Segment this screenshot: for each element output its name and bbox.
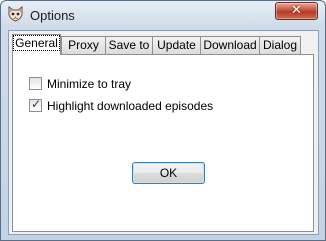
close-icon: ✕ — [291, 3, 302, 18]
cat-face-icon[interactable] — [7, 6, 24, 23]
checkmark-icon: ✓ — [31, 97, 42, 111]
close-button[interactable]: ✕ — [275, 2, 318, 20]
tab-update-label: Update — [157, 38, 196, 52]
ok-button[interactable]: OK — [132, 162, 205, 184]
highlight-downloaded-checkbox[interactable]: ✓ — [29, 97, 42, 112]
tab-download[interactable]: Download — [200, 36, 260, 54]
tab-dialog-label: Dialog — [262, 38, 298, 52]
general-tab-panel: Minimize to tray ✓ Highlight downloaded … — [12, 54, 314, 232]
tab-general-label: General — [13, 35, 60, 51]
dialog-client-area: General Proxy Save to Update Download Di… — [8, 30, 319, 235]
tab-general[interactable]: General — [12, 34, 61, 55]
tab-proxy-label: Proxy — [68, 38, 99, 52]
tab-save-to-label: Save to — [108, 38, 150, 52]
window-title: Options — [30, 8, 75, 23]
tab-save-to[interactable]: Save to — [105, 36, 153, 54]
highlight-downloaded-label: Highlight downloaded episodes — [47, 99, 214, 113]
tab-download-label: Download — [203, 38, 257, 52]
tab-strip: General Proxy Save to Update Download Di… — [12, 34, 312, 55]
title-bar[interactable]: Options ✕ — [1, 1, 325, 29]
minimize-to-tray-checkbox[interactable] — [29, 77, 42, 90]
tab-proxy[interactable]: Proxy — [61, 36, 106, 54]
minimize-to-tray-label: Minimize to tray — [47, 77, 132, 91]
tab-dialog[interactable]: Dialog — [259, 36, 301, 54]
options-window: Options ✕ General Proxy Save to Update D… — [0, 0, 326, 241]
tab-update[interactable]: Update — [152, 36, 201, 54]
